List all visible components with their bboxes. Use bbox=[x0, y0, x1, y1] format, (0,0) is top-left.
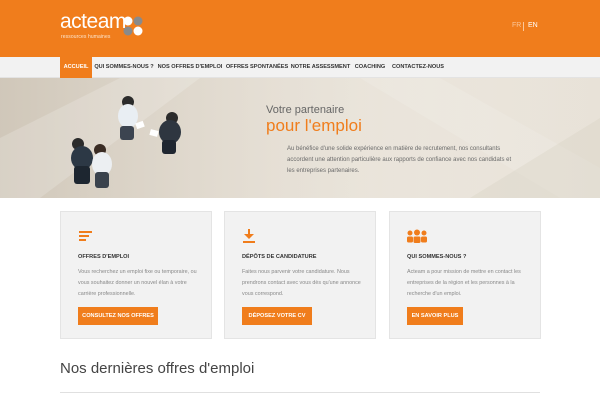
nav-item-contact[interactable]: CONTACTEZ-NOUS bbox=[390, 57, 446, 78]
team-icon bbox=[407, 229, 427, 243]
hero-subheading: Votre partenaire bbox=[266, 104, 345, 116]
list-icon bbox=[79, 231, 92, 241]
hero-description: Au bénéfice d'une solide expérience en m… bbox=[287, 146, 512, 174]
hero-business-handshake-image bbox=[0, 78, 600, 198]
logo-wordmark: acteam bbox=[60, 10, 126, 33]
card-qui-sommes-nous: QUI SOMMES-NOUS ? Acteam a pour mission … bbox=[389, 211, 541, 339]
lang-divider bbox=[523, 22, 524, 31]
card-title: DÉPÔTS DE CANDIDATURE bbox=[242, 254, 317, 260]
nav-item-offres-spontanees[interactable]: OFFRES SPONTANÉES bbox=[225, 57, 289, 78]
lang-fr-link[interactable]: FR bbox=[512, 22, 521, 29]
card-title: OFFRES D'EMPLOI bbox=[78, 254, 130, 260]
nav-item-qui-sommes-nous[interactable]: QUI SOMMES-NOUS ? bbox=[93, 57, 155, 78]
hero-heading: pour l'emploi bbox=[266, 116, 362, 135]
lang-en-link[interactable]: EN bbox=[528, 22, 538, 29]
card-text: Faites nous parvenir votre candidature. … bbox=[242, 269, 361, 297]
deposez-cv-button[interactable]: DÉPOSEZ VOTRE CV bbox=[242, 307, 312, 325]
site-header: acteam ressources humaines FR EN bbox=[0, 0, 600, 57]
section-divider bbox=[60, 392, 540, 393]
card-offres-emploi: OFFRES D'EMPLOI Vous recherchez un emplo… bbox=[60, 211, 212, 339]
card-text: Vous recherchez un emploi fixe ou tempor… bbox=[78, 269, 197, 297]
en-savoir-plus-button[interactable]: EN SAVOIR PLUS bbox=[407, 307, 463, 325]
nav-item-assessment[interactable]: NOTRE ASSESSMENT bbox=[290, 57, 351, 78]
download-icon bbox=[243, 229, 255, 243]
consultez-offres-button[interactable]: CONSULTEZ NOS OFFRES bbox=[78, 307, 158, 325]
main-nav: ACCUEIL QUI SOMMES-NOUS ? NOS OFFRES D'E… bbox=[0, 57, 600, 78]
hero-banner: Votre partenaire pour l'emploi Au bénéfi… bbox=[0, 78, 600, 198]
logo-dots-icon bbox=[123, 16, 143, 36]
nav-item-accueil[interactable]: ACCUEIL bbox=[60, 57, 92, 78]
site-logo[interactable]: acteam ressources humaines bbox=[60, 9, 150, 43]
latest-jobs-heading: Nos dernières offres d'emploi bbox=[60, 360, 255, 377]
card-title: QUI SOMMES-NOUS ? bbox=[407, 254, 467, 260]
nav-item-offres-emploi[interactable]: NOS OFFRES D'EMPLOI bbox=[157, 57, 223, 78]
card-text: Acteam a pour mission de mettre en conta… bbox=[407, 269, 521, 297]
logo-tagline: ressources humaines bbox=[61, 34, 111, 40]
card-depots-candidature: DÉPÔTS DE CANDIDATURE Faites nous parven… bbox=[224, 211, 376, 339]
nav-item-coaching[interactable]: COACHING bbox=[352, 57, 388, 78]
